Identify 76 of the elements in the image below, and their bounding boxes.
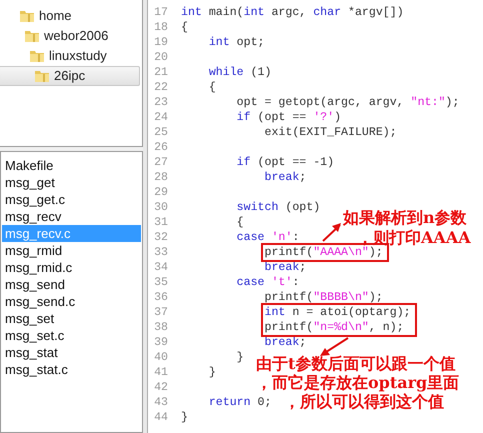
line-number: 25 xyxy=(153,125,168,140)
folder-tree-item[interactable]: 26ipc xyxy=(0,66,140,86)
code-line: { xyxy=(181,20,188,35)
code-line: { xyxy=(236,215,244,230)
line-number: 35 xyxy=(153,275,168,290)
line-number: 27 xyxy=(153,155,168,170)
code-line: { xyxy=(208,80,216,95)
line-number: 22 xyxy=(153,80,168,95)
folder-tree-item[interactable]: webor2006 xyxy=(0,26,140,46)
line-number: 20 xyxy=(153,50,168,65)
line-number: 24 xyxy=(153,110,168,125)
line-number: 26 xyxy=(153,140,168,155)
line-number: 30 xyxy=(153,200,168,215)
line-number: 39 xyxy=(153,335,168,350)
line-number: 41 xyxy=(153,365,168,380)
code-line: switch (opt) xyxy=(236,200,320,215)
code-line: while (1) xyxy=(208,65,272,80)
file-list-item[interactable]: msg_send xyxy=(2,276,141,293)
line-number: 32 xyxy=(153,230,168,245)
folder-icon xyxy=(19,8,35,24)
file-list-item[interactable]: msg_recv xyxy=(2,208,141,225)
line-number: 34 xyxy=(153,260,168,275)
file-list-item[interactable]: msg_rmid.c xyxy=(2,259,141,276)
code-line: case 'n': xyxy=(236,230,300,245)
folder-icon xyxy=(24,28,40,44)
code-line: int n = atoi(optarg); xyxy=(264,305,411,320)
file-list-item[interactable]: msg_get xyxy=(2,174,141,191)
file-list-item[interactable]: Makefile xyxy=(2,157,141,174)
annotation-text: ，而它是存放在optarg里面 xyxy=(256,373,460,392)
file-list-item[interactable]: msg_stat xyxy=(2,344,141,361)
code-line: } xyxy=(181,410,188,425)
line-number: 28 xyxy=(153,170,168,185)
file-list-item[interactable]: msg_set xyxy=(2,310,141,327)
annotation-text: 由于t参数后面可以跟一个值 xyxy=(256,354,456,373)
file-list-item[interactable]: msg_set.c xyxy=(2,327,141,344)
line-number: 18 xyxy=(153,20,168,35)
annotation-text: 如果解析到n参数 xyxy=(343,208,467,228)
code-line: exit(EXIT_FAILURE); xyxy=(264,125,397,140)
line-number: 21 xyxy=(153,65,168,80)
code-line: printf("AAAA\n"); xyxy=(264,246,383,260)
file-list-item[interactable]: msg_stat.c xyxy=(2,361,141,378)
code-line: break; xyxy=(264,260,306,275)
line-number: 33 xyxy=(153,245,168,260)
file-list-item[interactable]: msg_get.c xyxy=(2,191,141,208)
code-line: printf("n=%d\n", n); xyxy=(264,320,404,335)
code-line: break; xyxy=(264,170,306,185)
code-line: } xyxy=(208,365,216,380)
code-line: printf("BBBB\n"); xyxy=(264,290,383,305)
code-line: if (opt == -1) xyxy=(236,155,334,170)
code-line: case 't': xyxy=(236,275,300,290)
annotation-text: ，所以可以得到这个值 xyxy=(284,392,444,411)
line-number: 36 xyxy=(153,290,168,305)
line-number: 29 xyxy=(153,185,168,200)
code-line: if (opt == '?') xyxy=(236,110,342,125)
folder-tree-item[interactable]: linuxstudy xyxy=(0,46,140,66)
line-number: 37 xyxy=(153,305,168,320)
line-number: 43 xyxy=(153,395,168,410)
line-number: 31 xyxy=(153,215,168,230)
line-number: 38 xyxy=(153,320,168,335)
code-line: return 0; xyxy=(208,395,272,410)
code-line: int opt; xyxy=(208,35,265,50)
line-number: 42 xyxy=(153,380,168,395)
line-number: 40 xyxy=(153,350,168,365)
line-number: 19 xyxy=(153,35,168,50)
file-list-item[interactable]: msg_send.c xyxy=(2,293,141,310)
line-number: 44 xyxy=(153,410,168,425)
code-line: opt = getopt(argc, argv, "nt:"); xyxy=(236,95,460,110)
line-number: 17 xyxy=(153,5,168,20)
code-line: } xyxy=(236,350,244,365)
file-list-item[interactable]: msg_rmid xyxy=(2,242,141,259)
code-line: int main(int argc, char *argv[]) xyxy=(181,5,404,20)
code-line: break; xyxy=(264,335,306,350)
folder-icon xyxy=(34,68,50,84)
folder-icon xyxy=(29,48,45,64)
folder-tree-item[interactable]: home xyxy=(0,6,140,26)
line-number: 23 xyxy=(153,95,168,110)
